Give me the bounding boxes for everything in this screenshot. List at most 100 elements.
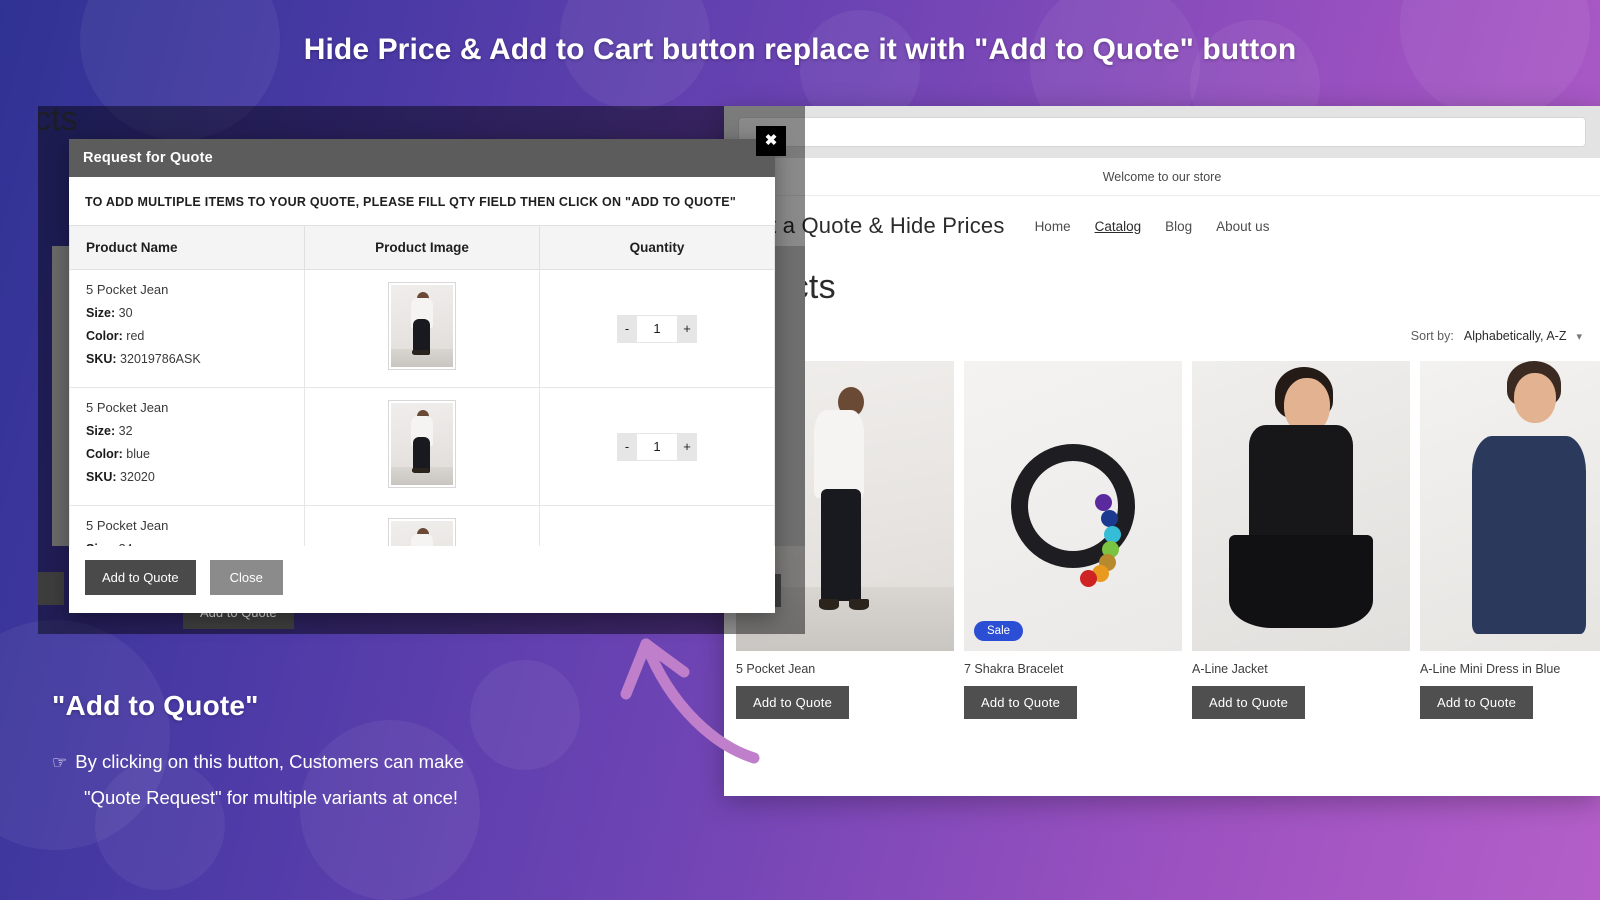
quantity-input[interactable]: 1 (637, 432, 677, 461)
chevron-down-icon[interactable]: ▾ (1576, 330, 1582, 343)
occluded-add-to-quote-button[interactable] (38, 572, 64, 605)
color-value: blue (126, 447, 150, 461)
product-card[interactable]: A-Line Jacket Add to Quote (1192, 361, 1420, 719)
sku-value: 32020 (120, 470, 155, 484)
sku-label: SKU: (86, 470, 117, 484)
product-thumbnail (388, 400, 456, 488)
cell-product-name: 5 Pocket Jean Size: 34 Color: SKU: (69, 505, 305, 546)
annotation-line-1: ☞ By clicking on this button, Customers c… (52, 744, 652, 780)
add-to-quote-button[interactable]: Add to Quote (736, 686, 850, 719)
cell-quantity: - 1 + (539, 269, 775, 388)
sort-control: Sort by: Alphabetically, A-Z ▾ (724, 307, 1600, 343)
quantity-input[interactable]: 1 (637, 314, 677, 343)
cell-product-image (304, 505, 540, 546)
product-name: A-Line Jacket (1192, 662, 1268, 676)
annotation-line-2: "Quote Request" for multiple variants at… (84, 787, 459, 808)
cell-product-name: 5 Pocket Jean Size: 30 Color: red SKU: 3… (69, 269, 305, 388)
store-nav: Home Catalog Blog About us (1035, 219, 1270, 234)
size-label: Size: (86, 306, 116, 320)
table-header-row: Product Name Product Image Quantity (69, 225, 775, 270)
product-card[interactable]: Sale 7 Shakra Bracelet Add to Quote (964, 361, 1192, 719)
nav-item-about-us[interactable]: About us (1216, 219, 1269, 234)
add-to-quote-button[interactable]: Add to Quote (1192, 686, 1306, 719)
close-icon[interactable]: ✖ (756, 126, 786, 156)
annotation-body: ☞ By clicking on this button, Customers c… (52, 744, 652, 815)
color-label: Color: (86, 329, 123, 343)
annotation-line-1-text: By clicking on this button, Customers ca… (75, 751, 464, 772)
browser-window: Welcome to our store uest a Quote & Hide… (724, 106, 1600, 796)
variant-size: Size: 32 (86, 424, 288, 438)
product-image[interactable] (1192, 361, 1410, 651)
sort-select[interactable]: Alphabetically, A-Z (1464, 329, 1567, 343)
modal-header: Request for Quote (69, 139, 775, 177)
cell-product-image (304, 387, 540, 506)
size-label: Size: (86, 424, 116, 438)
variant-size: Size: 30 (86, 306, 288, 320)
annotation-heading: "Add to Quote" (52, 690, 259, 721)
close-button[interactable]: Close (209, 560, 283, 595)
cell-quantity: - 1 + (539, 387, 775, 506)
page-title: Hide Price & Add to Cart button replace … (303, 33, 1297, 66)
product-card[interactable]: A-Line Mini Dress in Blue Add to Quote (1420, 361, 1600, 719)
variant-product-name: 5 Pocket Jean (86, 282, 169, 297)
browser-chrome (724, 106, 1600, 158)
add-to-quote-button[interactable]: Add to Quote (85, 560, 196, 595)
product-image[interactable] (1420, 361, 1600, 651)
variant-size: Size: 34 (86, 542, 288, 546)
variant-color: Color: blue (86, 447, 288, 461)
product-grid: 5 Pocket Jean Add to Quote Sale 7 Shakra… (724, 343, 1600, 719)
size-label: Size: (86, 542, 115, 546)
product-thumbnail (388, 518, 456, 546)
quantity-increment-button[interactable]: + (677, 314, 697, 343)
quantity-decrement-button[interactable]: - (617, 432, 637, 461)
cell-product-name: 5 Pocket Jean Size: 32 Color: blue SKU: … (69, 387, 305, 506)
product-thumbnail (388, 282, 456, 370)
column-header-product-name: Product Name (69, 225, 305, 270)
add-to-quote-button[interactable]: Add to Quote (1420, 686, 1534, 719)
annotation-block: "Add to Quote" ☞ By clicking on this butt… (52, 690, 652, 815)
address-bar[interactable] (738, 117, 1586, 147)
add-to-quote-button[interactable]: Add to Quote (964, 686, 1078, 719)
quantity-stepper[interactable]: - 1 + (617, 314, 697, 343)
nav-item-catalog[interactable]: Catalog (1095, 219, 1142, 234)
nav-item-home[interactable]: Home (1035, 219, 1071, 234)
color-label: Color: (86, 447, 123, 461)
product-name: 7 Shakra Bracelet (964, 662, 1064, 676)
sku-value: 32019786ASK (120, 352, 201, 366)
announcement-text: Welcome to our store (1102, 169, 1222, 184)
quote-items-table: Product Name Product Image Quantity 5 Po… (69, 225, 775, 546)
variant-sku: SKU: 32019786ASK (86, 352, 288, 366)
variant-product-name: 5 Pocket Jean (86, 400, 169, 415)
column-header-product-image: Product Image (304, 225, 540, 270)
table-row: 5 Pocket Jean Size: 30 Color: red SKU: 3… (69, 269, 775, 388)
occluded-collection-title: cts (38, 106, 78, 138)
sku-label: SKU: (86, 352, 117, 366)
quantity-stepper[interactable]: - 1 + (617, 432, 697, 461)
nav-item-blog[interactable]: Blog (1165, 219, 1192, 234)
color-value: red (126, 329, 145, 343)
column-header-quantity: Quantity (539, 225, 775, 270)
quote-items-scroll-area[interactable]: Product Name Product Image Quantity 5 Po… (69, 225, 775, 546)
product-name: 5 Pocket Jean (736, 662, 816, 676)
announcement-bar: Welcome to our store (724, 158, 1600, 196)
sale-badge: Sale (974, 621, 1024, 641)
size-value: 32 (118, 424, 133, 438)
request-for-quote-modal: Request for Quote TO ADD MULTIPLE ITEMS … (69, 139, 775, 613)
product-name: A-Line Mini Dress in Blue (1420, 662, 1561, 676)
sort-label: Sort by: (1410, 329, 1454, 343)
product-image[interactable]: Sale (964, 361, 1182, 651)
cell-product-image (304, 269, 540, 388)
cell-quantity: - 1 + (539, 505, 775, 546)
variant-product-name: 5 Pocket Jean (86, 518, 169, 533)
store-header: uest a Quote & Hide Prices Home Catalog … (724, 196, 1600, 256)
quantity-increment-button[interactable]: + (677, 432, 697, 461)
collection-title: oducts (724, 256, 1600, 307)
pointing-hand-icon: ☞ (52, 753, 68, 772)
quantity-decrement-button[interactable]: - (617, 314, 637, 343)
modal-footer: Add to Quote Close (69, 546, 775, 613)
size-value: 34 (119, 542, 133, 546)
table-row: 5 Pocket Jean Size: 34 Color: SKU: (69, 505, 775, 546)
table-row: 5 Pocket Jean Size: 32 Color: blue SKU: … (69, 387, 775, 506)
variant-color: Color: red (86, 329, 288, 343)
variant-sku: SKU: 32020 (86, 470, 288, 484)
